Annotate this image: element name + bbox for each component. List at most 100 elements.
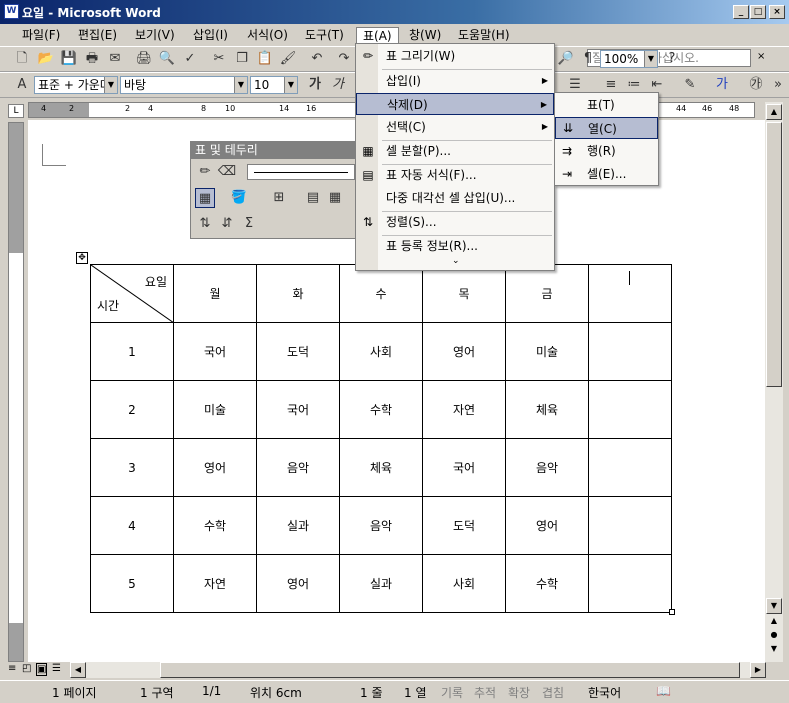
period-cell[interactable]: 4 <box>90 496 174 555</box>
menu-item-delete[interactable]: 삭제(D) ▶ <box>356 93 554 115</box>
subject-cell[interactable]: 국어 <box>256 380 340 439</box>
subject-cell[interactable] <box>588 496 672 555</box>
scroll-up-icon[interactable]: ▲ <box>766 104 782 120</box>
new-doc-icon[interactable]: 🗋 <box>12 49 32 69</box>
subject-cell[interactable]: 영어 <box>256 554 340 613</box>
show-hide-icon[interactable]: ¶ <box>578 49 598 69</box>
document-map-icon[interactable]: 🔎 <box>556 49 576 69</box>
period-cell[interactable]: 3 <box>90 438 174 497</box>
vertical-scrollbar[interactable]: ▲ ▼ ▲ ● ▼ <box>765 102 783 662</box>
print-preview-icon[interactable]: 🔍 <box>157 49 177 69</box>
day-header[interactable]: 수 <box>339 264 423 323</box>
period-cell[interactable]: 1 <box>90 322 174 381</box>
day-header[interactable]: 목 <box>422 264 506 323</box>
scroll-left-icon[interactable]: ◀ <box>70 662 86 678</box>
more-buttons-icon[interactable]: » <box>768 75 788 95</box>
subject-cell[interactable]: 수학 <box>505 554 589 613</box>
period-cell[interactable]: 5 <box>90 554 174 613</box>
subject-cell[interactable]: 도덕 <box>422 496 506 555</box>
font-size-select[interactable]: 10 ▼ <box>250 76 298 94</box>
submenu-item-table[interactable]: 표(T) <box>555 94 658 116</box>
insert-table-icon[interactable]: ⊞ <box>269 188 289 208</box>
status-rec[interactable]: 기록 <box>441 684 463 701</box>
menu-item-table-properties[interactable]: 표 등록 정보(R)... <box>356 235 554 257</box>
menu-view[interactable]: 보기(V) <box>129 27 181 45</box>
horizontal-scrollbar[interactable]: ◀ ▶ <box>70 662 766 678</box>
normal-view-icon[interactable]: ≡ <box>8 663 16 674</box>
format-painter-icon[interactable]: 🖌 <box>278 49 298 69</box>
table-resize-handle[interactable] <box>669 609 675 615</box>
undo-icon[interactable]: ↶ <box>307 49 327 69</box>
split-cells-icon[interactable]: ▦ <box>325 188 345 208</box>
table-move-handle-icon[interactable]: ✥ <box>76 252 88 264</box>
menu-item-select[interactable]: 선택(C) ▶ <box>356 116 554 138</box>
bold-icon[interactable]: 가 <box>305 75 325 95</box>
subject-cell[interactable]: 체육 <box>339 438 423 497</box>
subject-cell[interactable]: 자연 <box>422 380 506 439</box>
maximize-button[interactable]: □ <box>750 5 766 19</box>
sort-ascending-icon[interactable]: ⇅ <box>195 214 215 234</box>
day-header[interactable]: 화 <box>256 264 340 323</box>
subject-cell[interactable]: 영어 <box>173 438 257 497</box>
subject-cell[interactable]: 영어 <box>505 496 589 555</box>
tab-stop-selector[interactable]: L <box>8 104 24 118</box>
day-header-empty[interactable] <box>588 264 672 323</box>
menu-item-autoformat[interactable]: ▤ 표 자동 서식(F)... <box>356 164 554 186</box>
subject-cell[interactable]: 사회 <box>339 322 423 381</box>
minimize-button[interactable]: _ <box>733 5 749 19</box>
scroll-right-icon[interactable]: ▶ <box>750 662 766 678</box>
scroll-down-icon[interactable]: ▼ <box>766 598 782 614</box>
eraser-icon[interactable]: ⌫ <box>217 162 237 182</box>
subject-cell[interactable]: 실과 <box>256 496 340 555</box>
menu-item-insert[interactable]: 삽입(I) ▶ <box>356 70 554 92</box>
menu-insert[interactable]: 삽입(I) <box>187 27 234 45</box>
word-app-icon[interactable]: W <box>4 4 19 19</box>
highlight-icon[interactable]: ✎ <box>680 75 700 95</box>
day-header[interactable]: 월 <box>173 264 257 323</box>
styles-icon[interactable]: A <box>12 75 32 95</box>
scroll-thumb[interactable] <box>766 122 782 387</box>
style-select[interactable]: 표준 + 가운데 ▼ <box>34 76 118 94</box>
permission-icon[interactable]: 🖶 <box>82 49 102 69</box>
subject-cell[interactable]: 실과 <box>339 554 423 613</box>
subject-cell[interactable]: 수학 <box>173 496 257 555</box>
merge-cells-icon[interactable]: ▤ <box>303 188 323 208</box>
menu-tools[interactable]: 도구(T) <box>299 27 350 45</box>
subject-cell[interactable]: 국어 <box>422 438 506 497</box>
next-page-icon[interactable]: ▼ <box>766 642 782 658</box>
italic-icon[interactable]: 가 <box>328 75 348 95</box>
redo-icon[interactable]: ↷ <box>334 49 354 69</box>
submenu-item-row[interactable]: ⇉ 행(R) <box>555 140 658 162</box>
menu-item-sort[interactable]: ⇅ 정렬(S)... <box>356 211 554 233</box>
status-ovr[interactable]: 겹침 <box>542 684 564 701</box>
vertical-ruler[interactable] <box>8 122 24 662</box>
subject-cell[interactable]: 국어 <box>173 322 257 381</box>
subject-cell[interactable]: 수학 <box>339 380 423 439</box>
sort-descending-icon[interactable]: ⇵ <box>217 214 237 234</box>
zoom-select[interactable]: 100% ▼ <box>600 50 658 68</box>
subject-cell[interactable]: 음악 <box>256 438 340 497</box>
help-icon[interactable]: ? <box>662 49 682 69</box>
borders-icon[interactable]: ▦ <box>195 188 215 208</box>
font-color-icon[interactable]: 가 <box>712 75 732 95</box>
scroll-thumb[interactable] <box>160 662 740 678</box>
autosum-icon[interactable]: Σ <box>239 214 259 234</box>
draw-table-icon[interactable]: ✏ <box>195 162 215 182</box>
print-layout-icon[interactable]: ▣ <box>36 663 48 676</box>
print-icon[interactable]: 🖨 <box>134 49 154 69</box>
save-icon[interactable]: 💾 <box>59 49 79 69</box>
web-view-icon[interactable]: ◰ <box>22 663 31 674</box>
spelling-icon[interactable]: ✓ <box>180 49 200 69</box>
subject-cell[interactable]: 음악 <box>505 438 589 497</box>
diagonal-header-cell[interactable]: 요일 시간 <box>90 264 174 323</box>
shading-color-icon[interactable]: 🪣 <box>229 188 249 208</box>
subject-cell[interactable]: 미술 <box>505 322 589 381</box>
open-icon[interactable]: 📂 <box>36 49 56 69</box>
subject-cell[interactable] <box>588 322 672 381</box>
close-button[interactable]: × <box>769 5 785 19</box>
subject-cell[interactable] <box>588 438 672 497</box>
submenu-item-cell[interactable]: ⇥ 셀(E)... <box>555 163 658 185</box>
phonetic-icon[interactable]: ㉮ <box>746 75 766 95</box>
subject-cell[interactable]: 체육 <box>505 380 589 439</box>
cut-icon[interactable]: ✂ <box>209 49 229 69</box>
